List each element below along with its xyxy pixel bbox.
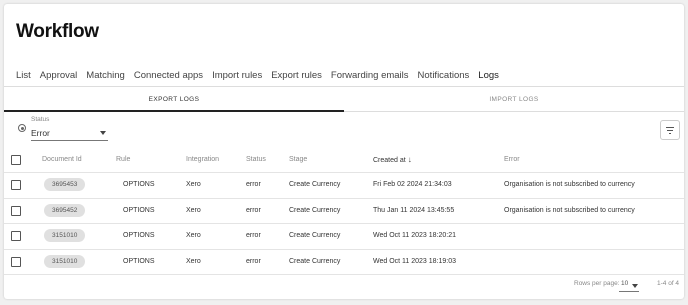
header-rule[interactable]: Rule — [116, 148, 130, 172]
filter-icon-line — [669, 133, 671, 135]
row-checkbox[interactable] — [11, 256, 21, 267]
subtab-import-logs[interactable]: IMPORT LOGS — [344, 88, 684, 112]
status-select-value: Error — [31, 128, 50, 138]
created-at-cell: Wed Oct 11 2023 18:20:21 — [373, 232, 457, 239]
error-cell: Organisation is not subscribed to curren… — [504, 181, 635, 188]
created-at-cell: Thu Jan 11 2024 13:45:55 — [373, 206, 455, 214]
integration-cell: Xero — [186, 232, 201, 239]
stage-cell: Create Currency — [289, 257, 341, 265]
table-header-row: Document Id Rule Integration Status Stag… — [4, 148, 684, 173]
row-checkbox[interactable] — [11, 231, 21, 241]
filter-icon-line — [667, 130, 673, 132]
document-id-cell: 3151010 — [44, 224, 86, 248]
tab-matching[interactable]: Matching — [86, 70, 125, 87]
stage-cell: Create Currency — [289, 232, 341, 239]
status-cell: error — [246, 206, 261, 214]
tab-notifications[interactable]: Notifications — [418, 70, 470, 87]
workflow-card: Workflow List Approval Matching Connecte… — [4, 4, 684, 299]
tab-connected-apps[interactable]: Connected apps — [134, 70, 203, 87]
document-id-chip[interactable]: 3151010 — [44, 229, 86, 242]
sort-arrow-down-icon: ↓ — [407, 155, 412, 164]
row-checkbox[interactable] — [11, 180, 21, 190]
header-stage[interactable]: Stage — [289, 148, 307, 172]
status-filter-radio-icon[interactable] — [18, 124, 26, 132]
rule-cell: OPTIONS — [123, 232, 155, 239]
rows-per-page-underline — [619, 291, 639, 292]
header-integration[interactable]: Integration — [186, 148, 219, 172]
tab-export-rules[interactable]: Export rules — [271, 70, 322, 87]
created-at-cell: Wed Oct 11 2023 18:19:03 — [373, 257, 457, 265]
header-document-id[interactable]: Document Id — [42, 148, 82, 172]
tab-import-rules[interactable]: Import rules — [212, 70, 262, 87]
table-row[interactable]: 3151010 OPTIONS Xero error Create Curren… — [4, 224, 684, 250]
filter-button[interactable] — [660, 120, 680, 140]
tab-forwarding-emails[interactable]: Forwarding emails — [331, 70, 409, 87]
document-id-cell: 3695452 — [44, 199, 86, 223]
document-id-chip[interactable]: 3151010 — [44, 254, 86, 268]
filter-icon — [666, 127, 674, 129]
header-created-at[interactable]: Created at ↓ — [373, 148, 412, 173]
page-title: Workflow — [16, 21, 99, 42]
status-cell: error — [246, 257, 261, 265]
select-all-checkbox[interactable] — [11, 155, 21, 165]
document-id-cell: 3151010 — [44, 250, 86, 274]
log-subtabs: EXPORT LOGS IMPORT LOGS — [4, 88, 684, 112]
header-status[interactable]: Status — [246, 148, 266, 172]
row-checkbox[interactable] — [11, 205, 21, 216]
table-row[interactable]: 3695453 OPTIONS Xero error Create Curren… — [4, 173, 684, 199]
rule-cell: OPTIONS — [123, 257, 155, 265]
chevron-down-icon — [100, 131, 106, 135]
table-row[interactable]: 3695452 OPTIONS Xero error Create Curren… — [4, 199, 684, 224]
subtab-export-logs[interactable]: EXPORT LOGS — [4, 88, 344, 112]
rows-per-page-label: Rows per page: — [574, 280, 620, 287]
header-error[interactable]: Error — [504, 148, 520, 172]
tabs-divider — [4, 86, 684, 87]
created-at-cell: Fri Feb 02 2024 21:34:03 — [373, 181, 452, 188]
document-id-cell: 3695453 — [44, 173, 86, 197]
status-select[interactable]: Error — [31, 126, 108, 141]
logs-table: Document Id Rule Integration Status Stag… — [4, 148, 684, 275]
table-row[interactable]: 3151010 OPTIONS Xero error Create Curren… — [4, 250, 684, 275]
header-created-at-label: Created at — [373, 157, 406, 164]
document-id-chip[interactable]: 3695452 — [44, 203, 86, 217]
status-filter-label: Status — [31, 116, 50, 123]
error-cell: Organisation is not subscribed to curren… — [504, 206, 635, 214]
stage-cell: Create Currency — [289, 206, 341, 214]
integration-cell: Xero — [186, 257, 201, 265]
integration-cell: Xero — [186, 181, 201, 188]
table-pagination: Rows per page: 10 1-4 of 4 — [4, 276, 684, 296]
chevron-down-icon[interactable] — [632, 284, 638, 288]
integration-cell: Xero — [186, 206, 201, 214]
stage-cell: Create Currency — [289, 181, 341, 188]
rule-cell: OPTIONS — [123, 181, 155, 188]
status-cell: error — [246, 181, 261, 188]
document-id-chip[interactable]: 3695453 — [44, 178, 86, 191]
rule-cell: OPTIONS — [123, 206, 155, 214]
tab-logs[interactable]: Logs — [478, 70, 499, 87]
rows-per-page-select[interactable]: 10 — [621, 280, 628, 287]
pagination-range: 1-4 of 4 — [657, 280, 680, 287]
tab-bar: List Approval Matching Connected apps Im… — [16, 70, 508, 87]
tab-list[interactable]: List — [16, 70, 31, 87]
status-cell: error — [246, 232, 261, 239]
tab-approval[interactable]: Approval — [40, 70, 78, 87]
